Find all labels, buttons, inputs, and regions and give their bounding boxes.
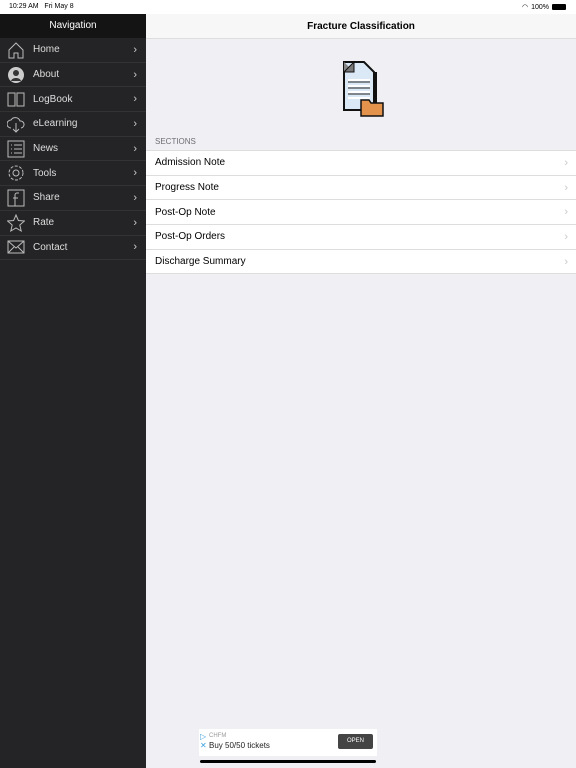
book-icon (7, 92, 25, 107)
sidebar-item-elearning[interactable]: eLearning › (0, 112, 146, 137)
ad-open-button[interactable]: OPEN (338, 734, 373, 749)
chevron-right-icon: › (564, 230, 568, 243)
cloud-download-icon (7, 117, 25, 133)
chevron-right-icon: › (133, 68, 137, 81)
sidebar-item-label: Home (33, 44, 60, 56)
chevron-right-icon: › (133, 43, 137, 56)
section-row-label: Progress Note (155, 182, 219, 194)
page-title: Fracture Classification (146, 14, 576, 39)
chevron-right-icon: › (133, 216, 137, 229)
sidebar-item-label: Tools (33, 167, 57, 179)
ad-banner[interactable]: ▷ ✕ CHFM Buy 50/50 tickets OPEN (199, 729, 377, 756)
section-row-label: Discharge Summary (155, 256, 246, 268)
chevron-right-icon: › (133, 191, 137, 204)
ad-message: Buy 50/50 tickets (209, 741, 270, 750)
sidebar-item-label: LogBook (33, 93, 73, 105)
section-row[interactable]: Admission Note › (146, 151, 576, 176)
sidebar-item-home[interactable]: Home › (0, 38, 146, 63)
status-bar: 10:29 AM Fri May 8 ◠ 100% (0, 0, 576, 14)
home-icon (8, 42, 24, 59)
section-row[interactable]: Post-Op Orders › (146, 225, 576, 250)
sidebar-item-contact[interactable]: Contact › (0, 236, 146, 261)
sidebar-item-share[interactable]: Share › (0, 186, 146, 211)
chevron-right-icon: › (564, 255, 568, 268)
mail-icon (7, 240, 25, 254)
section-row-label: Post-Op Note (155, 206, 216, 218)
chevron-right-icon: › (133, 167, 137, 180)
chevron-right-icon: › (564, 206, 568, 219)
main-panel: Fracture Classification SECTIONS Admissi… (146, 14, 576, 768)
chevron-right-icon: › (564, 181, 568, 194)
ad-choices-icon[interactable]: ▷ ✕ (200, 732, 207, 750)
sidebar-item-news[interactable]: News › (0, 137, 146, 162)
chevron-right-icon: › (133, 142, 137, 155)
ad-brand: CHFM (209, 733, 227, 739)
sidebar-item-label: Share (33, 192, 60, 204)
sidebar-item-label: Rate (33, 217, 55, 229)
section-row[interactable]: Progress Note › (146, 176, 576, 201)
sections-list: Admission Note › Progress Note › Post-Op Not… (146, 150, 576, 275)
battery-icon (552, 4, 566, 10)
sidebar-item-rate[interactable]: Rate › (0, 211, 146, 236)
sidebar-item-tools[interactable]: Tools › (0, 161, 146, 187)
sidebar-item-label: Contact (33, 241, 68, 253)
home-indicator (200, 760, 376, 763)
sidebar-item-label: eLearning (33, 118, 78, 130)
sidebar: Navigation Home › About › LogBook › eLearning ›… (0, 14, 146, 768)
sidebar-item-about[interactable]: About › (0, 63, 146, 88)
wifi-icon: ◠ (521, 4, 529, 11)
section-header: SECTIONS (155, 137, 196, 146)
gear-icon (8, 165, 24, 181)
battery-percent: 100% (531, 3, 549, 11)
chevron-right-icon: › (133, 117, 137, 130)
section-row[interactable]: Discharge Summary › (146, 250, 576, 275)
star-icon (7, 213, 25, 232)
person-icon (8, 66, 24, 83)
section-row-label: Admission Note (155, 157, 226, 169)
chevron-right-icon: › (564, 156, 568, 169)
document-folder-icon (342, 60, 384, 117)
sidebar-item-label: News (33, 143, 59, 155)
chevron-right-icon: › (133, 241, 137, 254)
status-right: ◠ 100% (522, 3, 566, 11)
sidebar-item-label: About (33, 69, 60, 81)
list-icon (7, 140, 25, 158)
chevron-right-icon: › (133, 93, 137, 106)
section-row[interactable]: Post-Op Note › (146, 200, 576, 226)
facebook-icon (7, 189, 25, 207)
sidebar-item-logbook[interactable]: LogBook › (0, 87, 146, 113)
sidebar-title: Navigation (0, 14, 146, 38)
section-row-label: Post-Op Orders (155, 231, 226, 243)
status-time: 10:29 AM Fri May 8 (9, 3, 74, 10)
